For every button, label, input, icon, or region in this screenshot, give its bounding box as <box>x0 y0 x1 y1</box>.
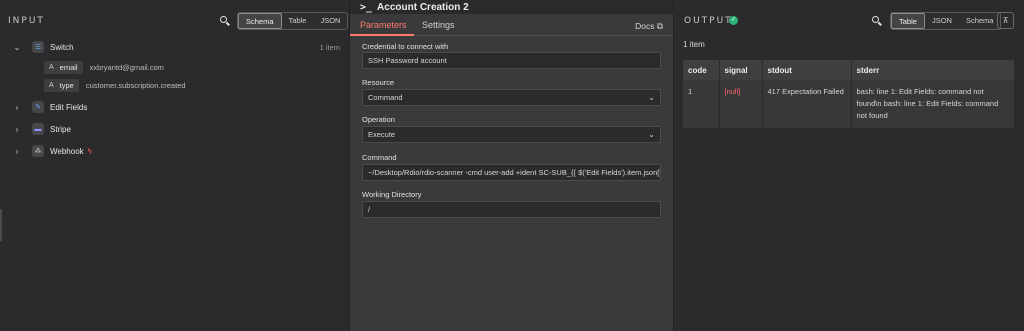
pencil-icon: ✎ <box>32 101 44 113</box>
chevron-down-icon: ⌄ <box>648 130 655 139</box>
docs-label: Docs <box>635 21 655 31</box>
schema-field-type: A type customer.subscription.created <box>44 79 186 92</box>
output-table: code signal stdout stderr 1 [null] 417 E… <box>683 60 1015 128</box>
cell-stdout: 417 Expectation Failed <box>762 80 852 128</box>
stripe-icon: ▬ <box>32 123 44 135</box>
input-view-schema[interactable]: Schema <box>238 13 282 29</box>
field-name: email <box>59 63 78 72</box>
output-view-switcher: Table JSON Schema <box>890 12 1002 30</box>
pin-icon: ⊼ <box>1002 16 1009 25</box>
chevron-right-icon[interactable]: › <box>12 103 22 112</box>
schema-field-email: A email xxbryantd@gmail.com <box>44 61 164 74</box>
success-check-icon: ✓ <box>729 16 738 25</box>
tree-node-edit-fields[interactable]: › ✎ Edit Fields <box>12 100 87 114</box>
cell-stderr: bash: line 1: Edit Fields: command not f… <box>851 80 1015 128</box>
active-tab-indicator <box>350 34 414 36</box>
node-label: Switch <box>50 42 74 52</box>
cell-signal: [null] <box>719 80 763 128</box>
working-directory-input[interactable]: / <box>362 201 661 218</box>
column-header-stdout: stdout <box>762 60 852 80</box>
column-header-signal: signal <box>719 60 763 80</box>
chevron-right-icon[interactable]: › <box>12 125 22 134</box>
docs-link[interactable]: Docs ⧉ <box>635 21 663 32</box>
output-title: OUTPUT <box>684 16 733 26</box>
output-view-table[interactable]: Table <box>891 13 925 29</box>
item-count: 1 item <box>319 43 340 52</box>
column-header-code: code <box>683 60 720 80</box>
output-view-schema[interactable]: Schema <box>959 13 1001 29</box>
node-parameters-panel: >_ Account Creation 2 Parameters Settings… <box>349 0 674 331</box>
pin-data-button[interactable]: ⊼ <box>997 12 1014 29</box>
field-pill[interactable]: A type <box>44 79 79 92</box>
command-input[interactable]: ~/Desktop/Rdio/rdio-scanner -cmd user-ad… <box>362 164 661 181</box>
node-header: >_ Account Creation 2 <box>350 0 673 14</box>
string-type-icon: A <box>49 82 54 89</box>
table-row: 1 [null] 417 Expectation Failed bash: li… <box>683 80 1015 128</box>
search-icon[interactable] <box>219 15 231 27</box>
output-items-count: 1 item <box>683 40 705 49</box>
external-link-icon: ⧉ <box>656 21 663 31</box>
resource-select[interactable]: Command ⌄ <box>362 89 661 106</box>
node-label: Stripe <box>50 124 71 134</box>
terminal-icon: >_ <box>360 2 373 13</box>
input-panel: INPUT Schema Table JSON ⌄ ☰ Switch 1 ite… <box>0 0 349 331</box>
tree-node-stripe[interactable]: › ▬ Stripe <box>12 122 71 136</box>
cell-code: 1 <box>683 80 720 128</box>
credential-label: Credential to connect with <box>362 42 449 51</box>
search-icon[interactable] <box>871 15 883 27</box>
webhook-icon: ⁂ <box>32 145 44 157</box>
field-value: xxbryantd@gmail.com <box>89 63 164 72</box>
working-directory-label: Working Directory <box>362 190 422 199</box>
operation-value: Execute <box>368 130 396 139</box>
resource-value: Command <box>368 93 403 102</box>
chevron-down-icon[interactable]: ⌄ <box>12 43 22 52</box>
table-header-row: code signal stdout stderr <box>683 60 1015 80</box>
operation-label: Operation <box>362 115 395 124</box>
bolt-icon: ϟ <box>87 146 92 156</box>
output-panel <box>674 0 1024 331</box>
column-header-stderr: stderr <box>851 60 1015 80</box>
field-value: customer.subscription.created <box>85 81 186 90</box>
string-type-icon: A <box>49 64 54 71</box>
field-name: type <box>59 81 74 90</box>
input-title: INPUT <box>8 16 45 26</box>
switch-icon: ☰ <box>32 41 44 53</box>
node-tabs: Parameters Settings Docs ⧉ <box>350 16 673 36</box>
node-title-text: Account Creation 2 <box>377 2 469 13</box>
input-view-table[interactable]: Table <box>282 13 314 29</box>
tree-node-switch[interactable]: ⌄ ☰ Switch <box>12 40 74 54</box>
credential-select[interactable]: SSH Password account <box>362 52 661 69</box>
output-view-json[interactable]: JSON <box>925 13 959 29</box>
resource-label: Resource <box>362 78 395 87</box>
operation-select[interactable]: Execute ⌄ <box>362 126 661 143</box>
input-view-json[interactable]: JSON <box>313 13 347 29</box>
input-view-switcher: Schema Table JSON <box>237 12 349 30</box>
chevron-right-icon[interactable]: › <box>12 147 22 156</box>
node-label: Webhook <box>50 146 84 156</box>
node-title[interactable]: >_ Account Creation 2 <box>360 2 469 13</box>
command-label: Command <box>362 153 397 162</box>
chevron-down-icon: ⌄ <box>648 93 655 102</box>
node-label: Edit Fields <box>50 102 88 112</box>
panel-resize-handle[interactable] <box>0 209 2 241</box>
tab-parameters[interactable]: Parameters <box>360 20 407 30</box>
field-pill[interactable]: A email <box>44 61 83 74</box>
tree-node-webhook[interactable]: › ⁂ Webhook ϟ <box>12 144 92 158</box>
tab-settings[interactable]: Settings <box>422 20 455 30</box>
